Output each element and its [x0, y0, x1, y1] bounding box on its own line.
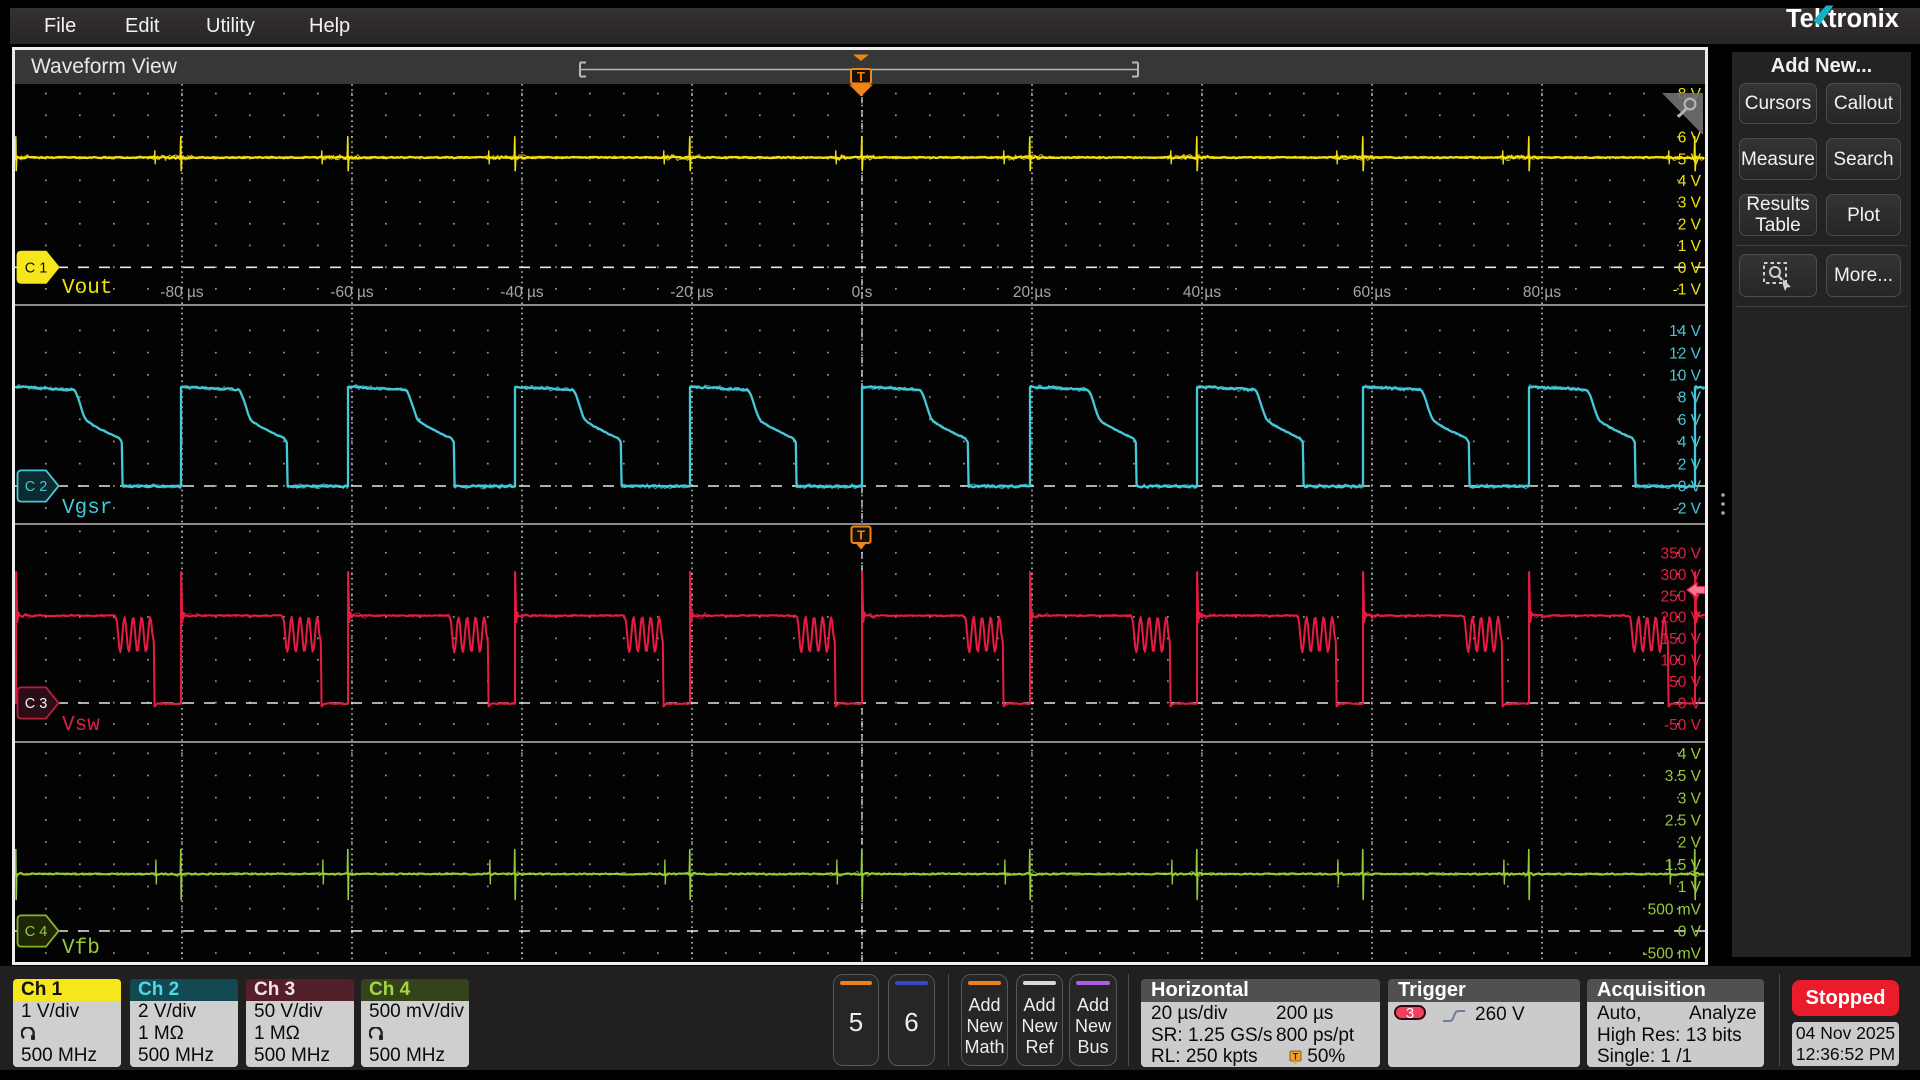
svg-text:C 1: C 1 — [25, 260, 48, 276]
svg-text:4 V: 4 V — [1678, 173, 1702, 190]
svg-text:0 s: 0 s — [852, 284, 873, 301]
svg-text:2 V: 2 V — [1678, 456, 1702, 473]
svg-text:1 V: 1 V — [1678, 238, 1702, 255]
svg-text:Tektronix: Tektronix — [1786, 5, 1899, 32]
svg-text:-80 µs: -80 µs — [160, 284, 204, 301]
svg-text:T: T — [1293, 1052, 1299, 1062]
svg-text:20 µs: 20 µs — [1013, 284, 1051, 301]
svg-text:2 V: 2 V — [1678, 216, 1702, 233]
svg-text:3 V: 3 V — [1678, 195, 1702, 212]
svg-text:-2 V: -2 V — [1673, 501, 1702, 518]
svg-text:2 V: 2 V — [1678, 835, 1702, 852]
svg-text:0 V: 0 V — [1678, 260, 1702, 277]
svg-text:-60 µs: -60 µs — [330, 284, 374, 301]
svg-text:4 V: 4 V — [1678, 746, 1702, 763]
svg-text:3.5 V: 3.5 V — [1665, 768, 1702, 785]
svg-text:T: T — [857, 528, 865, 543]
svg-text:4 V: 4 V — [1678, 434, 1702, 451]
svg-text:8 V: 8 V — [1678, 390, 1702, 407]
svg-text:0 V: 0 V — [1678, 924, 1702, 941]
svg-text:-1 V: -1 V — [1673, 282, 1702, 299]
svg-text:-20 µs: -20 µs — [670, 284, 714, 301]
svg-text:80 µs: 80 µs — [1523, 284, 1561, 301]
svg-text:10 V: 10 V — [1669, 368, 1702, 385]
svg-text:C 4: C 4 — [25, 924, 48, 940]
svg-text:-500 mV: -500 mV — [1642, 946, 1701, 962]
svg-text:1 V: 1 V — [1678, 879, 1702, 896]
svg-text:40 µs: 40 µs — [1183, 284, 1221, 301]
svg-text:14 V: 14 V — [1669, 323, 1702, 340]
svg-text:50 V: 50 V — [1669, 674, 1702, 691]
svg-text:500 mV: 500 mV — [1648, 901, 1702, 918]
svg-text:Vout: Vout — [62, 277, 112, 300]
svg-text:Vsw: Vsw — [62, 714, 100, 737]
svg-text:C 3: C 3 — [25, 696, 48, 712]
svg-text:T: T — [857, 69, 865, 84]
svg-text:2.5 V: 2.5 V — [1665, 813, 1702, 830]
svg-text:60 µs: 60 µs — [1353, 284, 1391, 301]
svg-text:350 V: 350 V — [1660, 545, 1701, 562]
svg-text:-40 µs: -40 µs — [500, 284, 544, 301]
svg-text:5 V: 5 V — [1678, 151, 1702, 168]
svg-text:3 V: 3 V — [1678, 790, 1702, 807]
svg-text:-50 V: -50 V — [1664, 717, 1702, 734]
svg-text:Vgsr: Vgsr — [62, 497, 112, 520]
svg-text:12 V: 12 V — [1669, 345, 1702, 362]
svg-text:Vfb: Vfb — [62, 937, 100, 960]
svg-text:6 V: 6 V — [1678, 412, 1702, 429]
svg-text:C 2: C 2 — [25, 479, 48, 495]
svg-text:6 V: 6 V — [1678, 130, 1702, 147]
